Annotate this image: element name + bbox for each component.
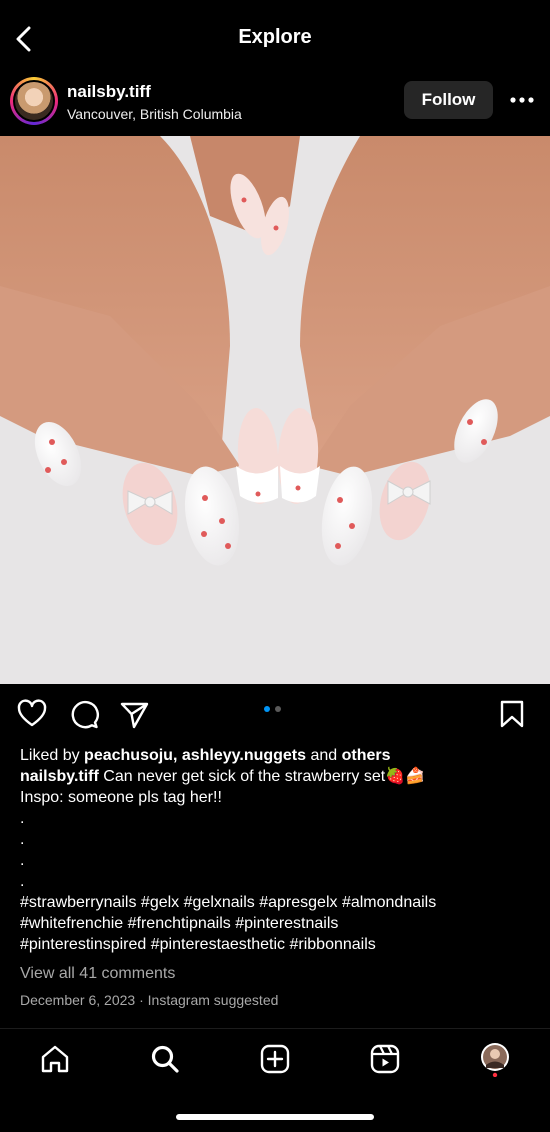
bottom-nav	[0, 1028, 550, 1089]
caption-line-2: Inspo: someone pls tag her!!	[20, 789, 222, 806]
more-options-icon[interactable]	[505, 88, 539, 112]
share-icon[interactable]	[118, 698, 150, 730]
post-caption: Liked by peachusoju, ashleyy.nuggets and…	[20, 745, 535, 1011]
top-bar: Explore	[0, 0, 550, 72]
post-date: December 6, 2023	[20, 992, 136, 1008]
likes-mid: and	[306, 747, 342, 764]
caption-text: Can never get sick of the strawberry set…	[98, 768, 426, 785]
post-actions	[0, 696, 550, 736]
page-title: Explore	[238, 26, 312, 48]
home-icon[interactable]	[37, 1041, 73, 1077]
comment-icon[interactable]	[68, 698, 100, 730]
profile-avatar[interactable]	[477, 1041, 513, 1077]
carousel-dot	[275, 706, 281, 712]
caption-username[interactable]: nailsby.tiff	[20, 768, 99, 785]
caption-dot: .	[20, 852, 25, 869]
likes-line: Liked by peachusoju, ashleyy.nuggets and…	[20, 745, 535, 766]
post-meta: December 6, 2023 · Instagram suggested	[20, 990, 535, 1011]
bookmark-icon[interactable]	[496, 698, 528, 730]
suggested-label: Instagram suggested	[147, 992, 279, 1008]
likes-prefix: Liked by	[20, 747, 85, 764]
carousel-dot-active	[264, 706, 270, 712]
post-image[interactable]	[0, 136, 550, 684]
post-header: nailsby.tiff Vancouver, British Columbia…	[0, 72, 550, 136]
post-location[interactable]: Vancouver, British Columbia	[67, 106, 242, 122]
search-icon[interactable]	[147, 1041, 183, 1077]
avatar[interactable]	[13, 80, 55, 122]
create-icon[interactable]	[257, 1041, 293, 1077]
meta-separator: ·	[139, 992, 144, 1008]
caption-line: nailsby.tiff Can never get sick of the s…	[20, 766, 535, 787]
home-indicator	[176, 1114, 374, 1120]
carousel-indicator	[264, 706, 281, 712]
caption-dot: .	[20, 873, 25, 890]
reels-icon[interactable]	[367, 1041, 403, 1077]
follow-button[interactable]: Follow	[404, 81, 493, 119]
story-ring[interactable]	[10, 77, 58, 125]
heart-icon[interactable]	[16, 698, 48, 730]
nails-photo	[0, 136, 550, 684]
post-username[interactable]: nailsby.tiff	[67, 82, 151, 102]
hashtags-line-3[interactable]: #pinterestinspired #pinterestaesthetic #…	[20, 934, 535, 955]
likes-others[interactable]: others	[342, 747, 391, 764]
caption-dot: .	[20, 810, 25, 827]
likes-users[interactable]: peachusoju, ashleyy.nuggets	[84, 747, 306, 764]
view-comments-link[interactable]: View all 41 comments	[20, 963, 535, 984]
hashtags-line-1[interactable]: #strawberrynails #gelx #gelxnails #apres…	[20, 892, 535, 913]
caption-dot: .	[20, 831, 25, 848]
hashtags-line-2[interactable]: #whitefrenchie #frenchtipnails #pinteres…	[20, 913, 535, 934]
